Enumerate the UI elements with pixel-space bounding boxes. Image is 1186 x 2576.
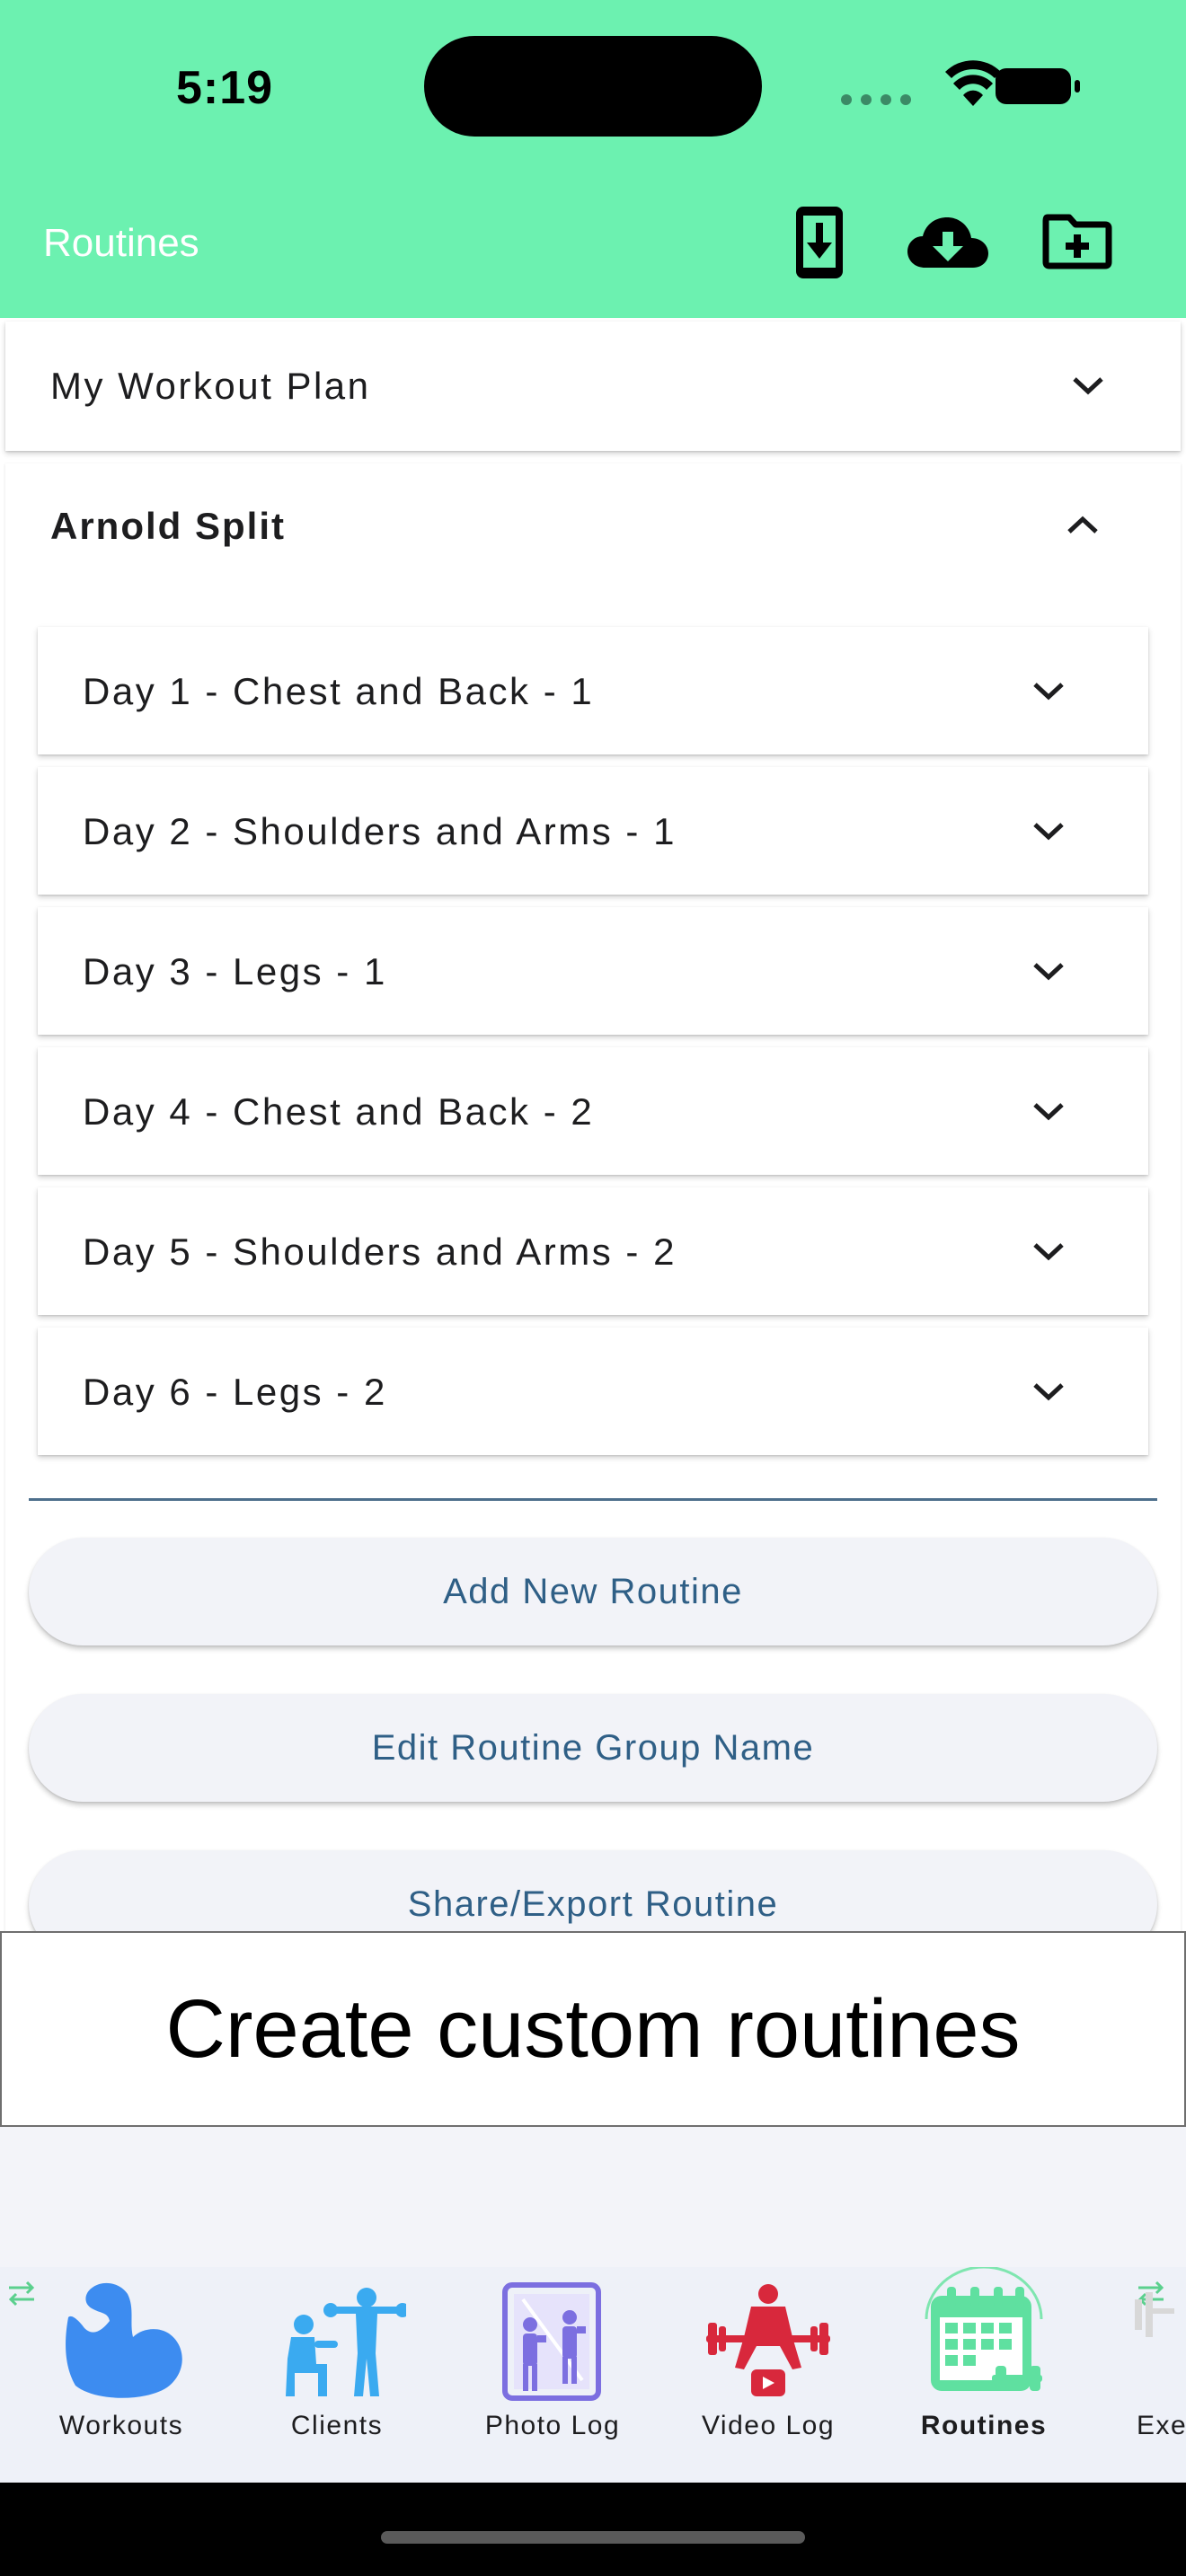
status-indicators [836,57,1087,115]
share-export-routine-button[interactable]: Share/Export Routine [29,1850,1157,1931]
weightlifter-video-icon [706,2284,830,2396]
routine-day-3[interactable]: Day 3 - Legs - 1 [38,907,1148,1035]
cloud-download-icon[interactable] [906,212,990,276]
chevron-down-icon [1033,1243,1064,1261]
dynamic-island [424,36,762,137]
routine-name: Day 5 - Shoulders and Arms - 2 [83,1231,677,1273]
routine-group-title: My Workout Plan [50,365,371,407]
routine-day-6[interactable]: Day 6 - Legs - 2 [38,1328,1148,1455]
chevron-down-icon [1033,1103,1064,1121]
status-time: 5:19 [176,62,274,114]
nav-video-log[interactable]: Video Log [660,2267,876,2483]
routine-day-5[interactable]: Day 5 - Shoulders and Arms - 2 [38,1187,1148,1315]
page-title: Routines [43,221,199,265]
chevron-down-icon [1033,823,1064,841]
routine-name: Day 2 - Shoulders and Arms - 1 [83,810,677,852]
routine-name: Day 6 - Legs - 2 [83,1371,387,1413]
routine-name: Day 3 - Legs - 1 [83,950,387,992]
wifi-icon [945,60,1001,106]
trainer-client-icon [286,2288,406,2396]
bottom-nav: Workouts Clients Photo Log Video Log Rou… [0,2267,1186,2483]
promo-caption: Create custom routines [0,1931,1186,2127]
promo-caption-text: Create custom routines [165,1982,1021,2075]
exercise-icon [1135,2292,1174,2337]
routine-group-title: Arnold Split [50,505,286,547]
battery-icon [996,68,1080,104]
routine-group-my-workout-plan[interactable]: My Workout Plan [5,322,1181,451]
home-indicator-area [0,2483,1186,2576]
routine-day-4[interactable]: Day 4 - Chest and Back - 2 [38,1047,1148,1175]
routine-day-2[interactable]: Day 2 - Shoulders and Arms - 1 [38,767,1148,895]
routine-list: My Workout Plan Arnold Split Day 1 - Che… [0,318,1186,1931]
phone-download-icon[interactable] [794,205,845,285]
nav-label: Workouts [58,2411,184,2440]
section-divider [29,1498,1157,1501]
chevron-down-icon [1033,1383,1064,1401]
nav-label: Video Log [701,2411,836,2440]
nav-routines[interactable]: Routines [876,2267,1092,2483]
chevron-down-icon [1033,683,1064,701]
nav-label: Exe [1137,2411,1186,2440]
edit-routine-group-name-button[interactable]: Edit Routine Group Name [29,1694,1157,1802]
signal-dots-icon [841,94,911,105]
calendar-dumbbell-icon [931,2287,1042,2391]
flexed-bicep-icon [66,2282,182,2398]
nav-exercises[interactable]: Exe [1092,2267,1186,2483]
nav-label: Routines [920,2411,1048,2440]
nav-clients[interactable]: Clients [229,2267,445,2483]
mirror-photo-icon [502,2282,601,2401]
chevron-down-icon [1073,377,1103,395]
routine-name: Day 1 - Chest and Back - 1 [83,670,595,712]
routine-name: Day 4 - Chest and Back - 2 [83,1090,595,1133]
nav-photo-log[interactable]: Photo Log [445,2267,660,2483]
chevron-down-icon [1033,963,1064,981]
folder-add-icon[interactable] [1042,212,1112,274]
home-indicator[interactable] [381,2531,805,2544]
nav-label: Photo Log [484,2411,621,2440]
app-header: 5:19 Routines [0,0,1186,318]
add-new-routine-button[interactable]: Add New Routine [29,1538,1157,1645]
nav-workouts[interactable]: Workouts [13,2267,229,2483]
routine-day-1[interactable]: Day 1 - Chest and Back - 1 [38,627,1148,754]
nav-label: Clients [290,2411,384,2440]
chevron-up-icon[interactable] [1066,514,1100,535]
